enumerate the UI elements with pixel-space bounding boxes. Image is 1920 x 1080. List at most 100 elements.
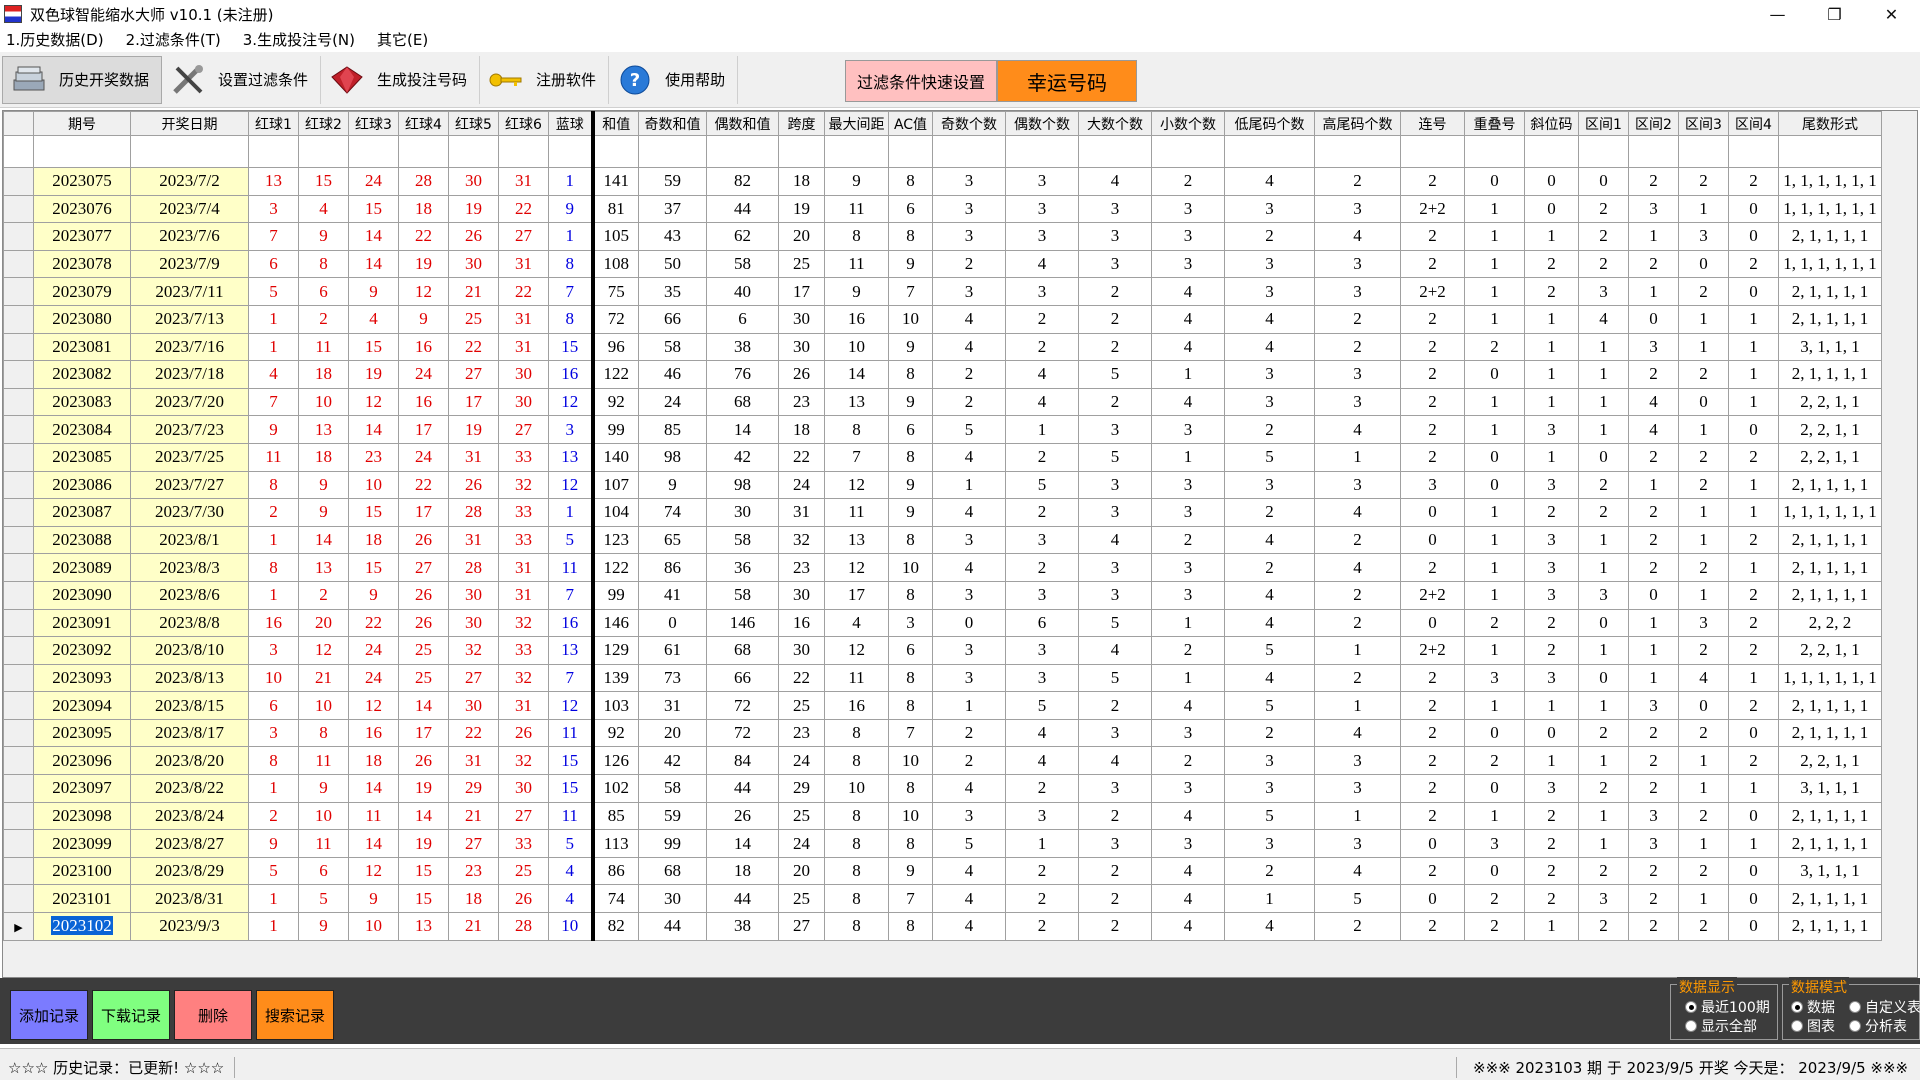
filter-cell[interactable] [448, 135, 499, 168]
table-cell[interactable]: 41 [638, 580, 707, 610]
row-selector[interactable] [3, 553, 34, 582]
table-cell[interactable]: 1 [1628, 663, 1679, 693]
red-ball-cell[interactable]: 11 [298, 829, 349, 858]
table-cell[interactable]: 4 [824, 608, 889, 638]
table-cell[interactable]: 3 [1005, 636, 1079, 665]
row-selector[interactable] [3, 304, 34, 334]
filter-cell[interactable] [1005, 135, 1079, 168]
red-ball-cell[interactable]: 9 [248, 829, 299, 858]
table-row[interactable]: 2023084 2023/7/23 9 13 14 17 19 27 3 99 85 14 18 8 6 5 1… [3, 415, 1882, 444]
table-cell[interactable]: 32 [778, 525, 825, 555]
period-cell[interactable]: 2023086 [33, 470, 131, 500]
table-cell[interactable]: 11 [824, 249, 889, 279]
menu-generate[interactable]: 3.生成投注号(N) [243, 29, 355, 50]
table-cell[interactable]: 4 [1628, 415, 1679, 444]
table-cell[interactable]: 2 [1400, 304, 1465, 334]
minimize-button[interactable]: — [1749, 0, 1806, 28]
table-cell[interactable]: 2 [1078, 884, 1152, 914]
table-cell[interactable]: 4 [1078, 525, 1152, 555]
table-cell[interactable]: 24 [778, 829, 825, 858]
table-cell[interactable]: 3 [1628, 194, 1679, 224]
table-cell[interactable]: 66 [706, 663, 779, 693]
table-cell[interactable]: 2 [1678, 856, 1729, 886]
blue-ball-cell[interactable]: 1 [548, 222, 595, 251]
red-ball-cell[interactable]: 4 [248, 360, 299, 389]
blue-ball-cell[interactable]: 5 [548, 525, 595, 555]
table-cell[interactable]: 4 [932, 884, 1006, 914]
table-cell[interactable]: 3 [1078, 829, 1152, 858]
row-selector[interactable] [3, 746, 34, 776]
table-cell[interactable]: 0 [1400, 525, 1465, 555]
table-cell[interactable]: 2 [1578, 222, 1629, 251]
table-cell[interactable]: 2 [1628, 360, 1679, 389]
table-cell[interactable]: 3 [932, 222, 1006, 251]
filter-cell[interactable] [1728, 135, 1779, 168]
table-cell[interactable]: 1 [1678, 746, 1729, 776]
date-cell[interactable]: 2023/7/23 [130, 415, 249, 444]
table-cell[interactable]: 1 [1524, 360, 1579, 389]
period-cell[interactable]: 2023088 [33, 525, 131, 555]
table-cell[interactable]: 1 [1678, 580, 1729, 610]
date-cell[interactable]: 2023/8/15 [130, 691, 249, 720]
red-ball-cell[interactable]: 10 [348, 470, 399, 500]
table-cell[interactable]: 2 [1400, 801, 1465, 831]
table-cell[interactable]: 1 [1578, 829, 1629, 858]
table-cell[interactable]: 3 [932, 194, 1006, 224]
table-cell[interactable]: 2, 1, 1, 1, 1 [1778, 553, 1882, 582]
table-cell[interactable]: 1 [1464, 498, 1525, 527]
filter-cell[interactable] [778, 135, 825, 168]
table-cell[interactable]: 14 [824, 360, 889, 389]
table-cell[interactable]: 62 [706, 222, 779, 251]
red-ball-cell[interactable]: 10 [298, 387, 349, 417]
table-cell[interactable]: 2 [1314, 167, 1401, 196]
filter-cell[interactable] [824, 135, 889, 168]
table-cell[interactable]: 4 [932, 442, 1006, 472]
table-cell[interactable]: 2 [1728, 525, 1779, 555]
red-ball-cell[interactable]: 6 [248, 691, 299, 720]
date-cell[interactable]: 2023/7/2 [130, 167, 249, 196]
table-cell[interactable]: 98 [638, 442, 707, 472]
blue-ball-cell[interactable]: 4 [548, 884, 595, 914]
table-cell[interactable]: 84 [706, 746, 779, 776]
table-cell[interactable]: 2 [1628, 884, 1679, 914]
table-cell[interactable]: 20 [778, 856, 825, 886]
blue-ball-cell[interactable]: 12 [548, 470, 595, 500]
table-cell[interactable]: 2 [1524, 608, 1579, 638]
mode-analysis-radio[interactable]: 分析表 [1849, 1016, 1907, 1036]
period-cell[interactable]: 2023094 [33, 691, 131, 720]
row-selector[interactable] [3, 718, 34, 748]
period-cell[interactable]: 2023102 [33, 912, 131, 941]
table-cell[interactable]: 2 [1078, 912, 1152, 941]
red-ball-cell[interactable]: 19 [448, 194, 499, 224]
table-cell[interactable]: 2 [1464, 884, 1525, 914]
red-ball-cell[interactable]: 31 [498, 304, 549, 334]
red-ball-cell[interactable]: 31 [448, 525, 499, 555]
table-cell[interactable]: 1 [1464, 194, 1525, 224]
table-row[interactable]: 2023092 2023/8/10 3 12 24 25 32 33 13 129 61 68 30 12… [3, 636, 1882, 665]
table-row[interactable]: 2023089 2023/8/3 8 13 15 27 28 31 11 122 86 36 23 12 1… [3, 553, 1882, 582]
table-cell[interactable]: 0 [1464, 360, 1525, 389]
period-cell[interactable]: 2023097 [33, 774, 131, 803]
red-ball-cell[interactable]: 18 [348, 525, 399, 555]
table-cell[interactable]: 8 [888, 774, 933, 803]
table-cell[interactable]: 2 [1078, 801, 1152, 831]
red-ball-cell[interactable]: 31 [498, 249, 549, 279]
table-cell[interactable]: 8 [888, 222, 933, 251]
table-cell[interactable]: 3 [1005, 222, 1079, 251]
table-cell[interactable]: 3 [932, 277, 1006, 306]
download-record-button[interactable]: 下载记录 [92, 990, 170, 1040]
table-cell[interactable]: 1 [1224, 884, 1315, 914]
table-cell[interactable]: 3 [932, 636, 1006, 665]
table-cell[interactable]: 1 [1464, 691, 1525, 720]
table-cell[interactable]: 0 [1678, 387, 1729, 417]
red-ball-cell[interactable]: 6 [298, 277, 349, 306]
red-ball-cell[interactable]: 1 [248, 332, 299, 362]
table-cell[interactable]: 3 [1224, 387, 1315, 417]
table-cell[interactable]: 2 [1464, 912, 1525, 941]
table-cell[interactable]: 0 [1464, 774, 1525, 803]
table-cell[interactable]: 7 [888, 277, 933, 306]
table-cell[interactable]: 4 [1151, 691, 1225, 720]
table-cell[interactable]: 1 [1005, 829, 1079, 858]
table-cell[interactable]: 3 [1628, 829, 1679, 858]
column-header[interactable]: 红球1 [248, 111, 299, 136]
